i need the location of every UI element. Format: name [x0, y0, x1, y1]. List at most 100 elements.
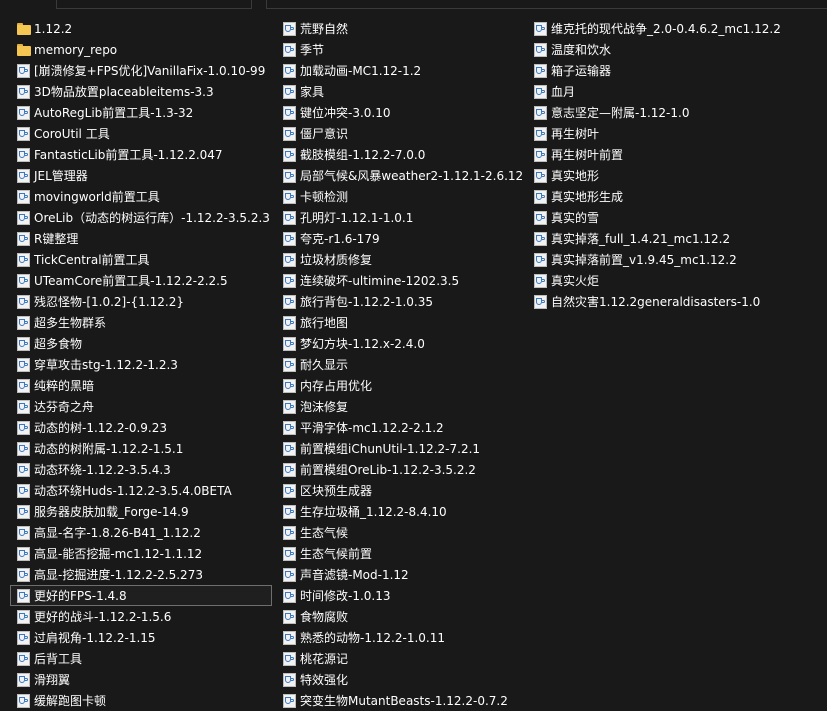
file-item[interactable]: 加载动画-MC1.12-1.2 — [276, 60, 538, 81]
file-item[interactable]: 真实掉落_full_1.4.21_mc1.12.2 — [527, 228, 822, 249]
file-item[interactable]: 血月 — [527, 81, 822, 102]
file-item[interactable]: JEL管理器 — [10, 165, 272, 186]
file-column-2: 荒野自然 季节 加载动画-MC1.12-1.2 家具 键位冲突-3.0.10 僵尸意识 截肢… — [276, 18, 538, 711]
file-item[interactable]: 旅行背包-1.12.2-1.0.35 — [276, 291, 538, 312]
file-item[interactable]: 内存占用优化 — [276, 375, 538, 396]
file-item[interactable]: 平滑字体-mc1.12.2-2.1.2 — [276, 417, 538, 438]
file-item[interactable]: 残忍怪物-[1.0.2]-{1.12.2} — [10, 291, 272, 312]
file-item[interactable]: 服务器皮肤加载_Forge-14.9 — [10, 501, 272, 522]
file-item[interactable]: 过肩视角-1.12.2-1.15 — [10, 627, 272, 648]
file-item[interactable]: 真实火炬 — [527, 270, 822, 291]
file-item[interactable]: 3D物品放置placeableitems-3.3 — [10, 81, 272, 102]
file-item[interactable]: 维克托的现代战争_2.0-0.4.6.2_mc1.12.2 — [527, 18, 822, 39]
file-item[interactable]: 熟悉的动物-1.12.2-1.0.11 — [276, 627, 538, 648]
file-item[interactable]: 键位冲突-3.0.10 — [276, 102, 538, 123]
file-name: OreLib（动态的树运行库）-1.12.2-3.5.2.3 — [34, 211, 270, 225]
file-item[interactable]: 意志坚定—附属-1.12-1.0 — [527, 102, 822, 123]
column-header[interactable] — [56, 0, 252, 9]
jar-file-icon — [283, 295, 296, 309]
file-item[interactable]: 僵尸意识 — [276, 123, 538, 144]
file-item[interactable]: 超多生物群系 — [10, 312, 272, 333]
file-item[interactable]: 家具 — [276, 81, 538, 102]
file-item[interactable]: 动态环绕Huds-1.12.2-3.5.4.0BETA — [10, 480, 272, 501]
file-item[interactable]: 垃圾材质修复 — [276, 249, 538, 270]
file-item[interactable]: 特效强化 — [276, 669, 538, 690]
file-item[interactable]: movingworld前置工具 — [10, 186, 272, 207]
file-item[interactable]: 达芬奇之舟 — [10, 396, 272, 417]
file-item[interactable]: 声音滤镜-Mod-1.12 — [276, 564, 538, 585]
file-name: 内存占用优化 — [300, 379, 373, 393]
file-item[interactable]: 动态环绕-1.12.2-3.5.4.3 — [10, 459, 272, 480]
file-item[interactable]: 后背工具 — [10, 648, 272, 669]
file-item[interactable]: 时间修改-1.0.13 — [276, 585, 538, 606]
file-name: 1.12.2 — [34, 22, 73, 36]
file-item[interactable]: 自然灾害1.12.2generaldisasters-1.0 — [527, 291, 822, 312]
file-item[interactable]: 泡沫修复 — [276, 396, 538, 417]
file-name: 真实掉落前置_v1.9.45_mc1.12.2 — [551, 253, 737, 267]
file-item[interactable]: 连续破坏-ultimine-1202.3.5 — [276, 270, 538, 291]
file-item[interactable]: TickCentral前置工具 — [10, 249, 272, 270]
file-item[interactable]: 再生树叶 — [527, 123, 822, 144]
file-item[interactable]: UTeamCore前置工具-1.12.2-2.2.5 — [10, 270, 272, 291]
file-name: 3D物品放置placeableitems-3.3 — [34, 85, 214, 99]
file-item[interactable]: 真实的雪 — [527, 207, 822, 228]
file-item[interactable]: OreLib（动态的树运行库）-1.12.2-3.5.2.3 — [10, 207, 272, 228]
file-item[interactable]: 孔明灯-1.12.1-1.0.1 — [276, 207, 538, 228]
file-item[interactable]: 超多食物 — [10, 333, 272, 354]
file-item[interactable]: 高显-挖掘进度-1.12.2-2.5.273 — [10, 564, 272, 585]
jar-file-icon — [17, 295, 30, 309]
file-item[interactable]: 前置模组iChunUtil-1.12.2-7.2.1 — [276, 438, 538, 459]
file-item[interactable]: 穿草攻击stg-1.12.2-1.2.3 — [10, 354, 272, 375]
jar-file-icon — [283, 568, 296, 582]
file-item[interactable]: 区块预生成器 — [276, 480, 538, 501]
file-item[interactable]: 温度和饮水 — [527, 39, 822, 60]
file-item[interactable]: 动态的树附属-1.12.2-1.5.1 — [10, 438, 272, 459]
file-item[interactable]: 滑翔翼 — [10, 669, 272, 690]
jar-file-icon — [17, 106, 30, 120]
jar-file-icon — [534, 43, 547, 57]
file-item[interactable]: 纯粹的黑暗 — [10, 375, 272, 396]
file-name: memory_repo — [34, 43, 118, 57]
file-item[interactable]: 1.12.2 — [10, 18, 272, 39]
jar-file-icon — [534, 190, 547, 204]
jar-file-icon — [17, 568, 30, 582]
jar-file-icon — [283, 190, 296, 204]
file-item[interactable]: 真实地形生成 — [527, 186, 822, 207]
file-item[interactable]: 动态的树-1.12.2-0.9.23 — [10, 417, 272, 438]
file-item[interactable]: 生存垃圾桶_1.12.2-8.4.10 — [276, 501, 538, 522]
jar-file-icon — [283, 22, 296, 36]
file-item[interactable]: 生态气候前置 — [276, 543, 538, 564]
jar-file-icon — [283, 43, 296, 57]
file-item[interactable]: 前置模组OreLib-1.12.2-3.5.2.2 — [276, 459, 538, 480]
file-item[interactable]: 桃花源记 — [276, 648, 538, 669]
file-item[interactable]: FantasticLib前置工具-1.12.2.047 — [10, 144, 272, 165]
file-item[interactable]: 食物腐败 — [276, 606, 538, 627]
file-item[interactable]: 箱子运输器 — [527, 60, 822, 81]
file-item[interactable]: AutoRegLib前置工具-1.3-32 — [10, 102, 272, 123]
file-item[interactable]: 旅行地图 — [276, 312, 538, 333]
file-item[interactable]: memory_repo — [10, 39, 272, 60]
file-item[interactable]: 局部气候&风暴weather2-1.12.1-2.6.12 — [276, 165, 538, 186]
file-item[interactable]: CoroUtil 工具 — [10, 123, 272, 144]
file-item[interactable]: 更好的战斗-1.12.2-1.5.6 — [10, 606, 272, 627]
column-header[interactable] — [266, 0, 827, 9]
jar-file-icon — [17, 358, 30, 372]
file-item[interactable]: 生态气候 — [276, 522, 538, 543]
file-item[interactable]: 荒野自然 — [276, 18, 538, 39]
file-item[interactable]: 耐久显示 — [276, 354, 538, 375]
jar-file-icon — [283, 526, 296, 540]
file-item[interactable]: 高显-名字-1.8.26-B41_1.12.2 — [10, 522, 272, 543]
file-item[interactable]: 再生树叶前置 — [527, 144, 822, 165]
file-item[interactable]: R键整理 — [10, 228, 272, 249]
file-item[interactable]: 真实地形 — [527, 165, 822, 186]
file-item[interactable]: 梦幻方块-1.12.x-2.4.0 — [276, 333, 538, 354]
file-item[interactable]: 季节 — [276, 39, 538, 60]
file-item[interactable]: 更好的FPS-1.4.8 — [10, 585, 272, 606]
file-item[interactable]: 截肢模组-1.12.2-7.0.0 — [276, 144, 538, 165]
file-item[interactable]: [崩溃修复+FPS优化]VanillaFix-1.0.10-99 — [10, 60, 272, 81]
file-item[interactable]: 夸克-r1.6-179 — [276, 228, 538, 249]
file-item[interactable]: 高显-能否挖掘-mc1.12-1.1.12 — [10, 543, 272, 564]
file-item[interactable]: 真实掉落前置_v1.9.45_mc1.12.2 — [527, 249, 822, 270]
file-name: CoroUtil 工具 — [34, 127, 110, 141]
file-item[interactable]: 卡顿检测 — [276, 186, 538, 207]
